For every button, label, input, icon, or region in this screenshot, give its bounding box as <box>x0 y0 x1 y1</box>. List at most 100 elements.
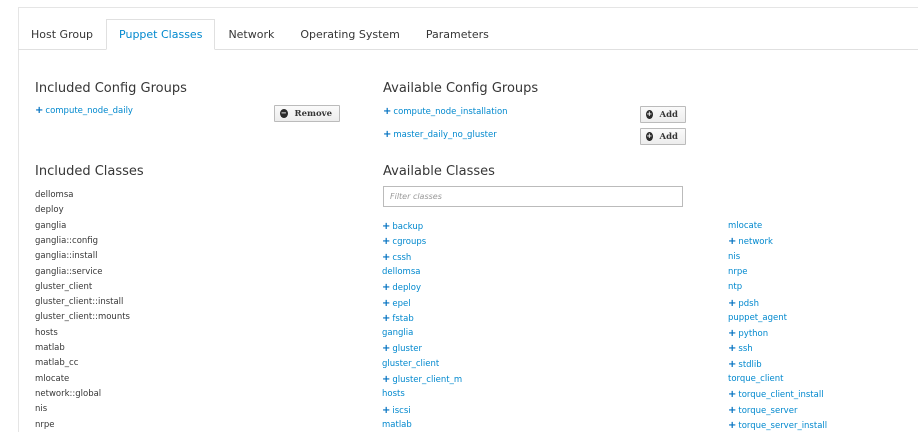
available-class-label: gluster <box>392 344 423 355</box>
included-class-item[interactable]: dellomsa <box>35 190 73 200</box>
plus-icon: + <box>382 251 391 263</box>
add-config-group-button[interactable]: + Add <box>640 128 686 145</box>
available-class-label: epel <box>392 298 411 309</box>
plus-icon: + <box>35 105 44 116</box>
available-class-item[interactable]: + python <box>728 328 768 339</box>
plus-icon: + <box>383 106 392 117</box>
plus-icon: + <box>728 358 737 370</box>
available-class-label: mlocate <box>728 221 763 231</box>
available-class-item[interactable]: torque_client <box>728 374 784 384</box>
available-class-label: torque_client_install <box>738 390 824 401</box>
included-class-item[interactable]: ganglia <box>35 221 66 231</box>
plus-icon: + <box>382 374 391 385</box>
included-class-item[interactable]: gluster_client::mounts <box>35 312 130 322</box>
available-class-item[interactable]: hosts <box>382 389 405 399</box>
included-class-item[interactable]: gluster_client <box>35 282 92 292</box>
available-class-label: deploy <box>392 283 422 294</box>
page-panel <box>18 7 918 432</box>
tab-host-group[interactable]: Host Group <box>18 19 106 50</box>
available-class-item[interactable]: gluster_client <box>382 359 439 369</box>
tab-operating-system[interactable]: Operating System <box>287 19 413 50</box>
available-config-group-item[interactable]: + master_daily_no_gluster <box>383 129 497 140</box>
add-config-group-button[interactable]: + Add <box>640 106 686 123</box>
tab-network[interactable]: Network <box>215 19 287 50</box>
included-class-item[interactable]: nis <box>35 404 47 414</box>
available-class-item[interactable]: + gluster <box>382 343 422 354</box>
included-class-item[interactable]: gluster_client::install <box>35 297 123 307</box>
plus-icon: + <box>382 236 391 248</box>
plus-icon: + <box>728 343 737 355</box>
included-class-item[interactable]: nrpe <box>35 420 55 430</box>
included-config-group-item[interactable]: + compute_node_daily <box>35 105 133 116</box>
available-class-item[interactable]: + ssh <box>728 343 753 354</box>
available-class-item[interactable]: + cssh <box>382 252 411 263</box>
included-class-item[interactable]: ganglia::install <box>35 251 98 261</box>
included-class-item[interactable]: deploy <box>35 205 64 215</box>
available-class-label: cssh <box>392 252 412 263</box>
plus-icon: + <box>383 129 392 140</box>
available-class-item[interactable]: ganglia <box>382 328 413 338</box>
available-class-label: pdsh <box>738 298 759 309</box>
available-class-item[interactable]: + gluster_client_m <box>382 374 462 385</box>
available-class-item[interactable]: + torque_server <box>728 405 797 416</box>
plus-icon: + <box>728 419 737 431</box>
available-class-label: python <box>738 329 769 340</box>
available-class-label: matlab <box>382 419 412 430</box>
available-class-label: fstab <box>392 313 414 324</box>
available-class-label: backup <box>392 222 424 232</box>
available-class-item[interactable]: + pdsh <box>728 298 759 309</box>
included-class-item[interactable]: network::global <box>35 389 101 399</box>
available-class-item[interactable]: matlab <box>382 420 412 430</box>
available-class-item[interactable]: + epel <box>382 298 411 309</box>
plus-icon: + <box>728 297 737 309</box>
included-class-item[interactable]: hosts <box>35 328 58 338</box>
available-class-label: torque_server_install <box>738 420 828 431</box>
plus-icon: + <box>382 312 391 324</box>
included-class-item[interactable]: matlab <box>35 343 65 353</box>
included-class-item[interactable]: mlocate <box>35 374 69 384</box>
available-class-item[interactable]: + iscsi <box>382 405 411 416</box>
included-config-groups-heading: Included Config Groups <box>35 81 187 96</box>
available-class-item[interactable]: ntp <box>728 282 742 292</box>
tab-puppet-classes[interactable]: Puppet Classes <box>106 19 216 50</box>
available-classes-heading: Available Classes <box>383 164 495 179</box>
plus-icon: + <box>728 389 737 401</box>
available-config-group-item[interactable]: + compute_node_installation <box>383 106 508 117</box>
plus-icon: + <box>382 297 391 309</box>
remove-config-group-button[interactable]: − Remove <box>274 105 340 122</box>
available-class-item[interactable]: + torque_server_install <box>728 420 827 431</box>
included-class-item[interactable]: ganglia::service <box>35 267 103 277</box>
available-class-item[interactable]: nrpe <box>728 267 748 277</box>
available-class-item[interactable]: + network <box>728 236 773 247</box>
included-class-item[interactable]: matlab_cc <box>35 358 78 368</box>
plus-icon: + <box>382 221 391 232</box>
available-class-item[interactable]: dellomsa <box>382 267 420 277</box>
available-class-item[interactable]: + stdlib <box>728 359 762 370</box>
minus-circle-icon: − <box>280 109 288 118</box>
available-class-item[interactable]: puppet_agent <box>728 313 787 323</box>
available-class-item[interactable]: nis <box>728 252 740 262</box>
available-class-label: nrpe <box>728 266 748 277</box>
available-class-label: hosts <box>382 389 405 400</box>
tab-parameters[interactable]: Parameters <box>413 19 502 50</box>
available-class-label: ganglia <box>382 328 414 339</box>
available-class-item[interactable]: + deploy <box>382 282 421 293</box>
available-class-item[interactable]: + cgroups <box>382 236 426 247</box>
available-class-item[interactable]: + torque_client_install <box>728 389 824 400</box>
available-class-label: puppet_agent <box>728 312 787 323</box>
filter-classes-input[interactable]: Filter classes <box>383 186 683 207</box>
included-classes-heading: Included Classes <box>35 164 144 179</box>
available-class-item[interactable]: + backup <box>382 221 423 232</box>
plus-circle-icon: + <box>646 110 653 119</box>
available-class-label: gluster_client_m <box>392 375 463 385</box>
plus-icon: + <box>382 282 391 294</box>
available-class-label: network <box>738 237 773 248</box>
available-class-label: dellomsa <box>382 266 421 277</box>
available-class-item[interactable]: + fstab <box>382 313 414 324</box>
available-class-item[interactable]: mlocate <box>728 221 762 231</box>
plus-icon: + <box>728 404 737 416</box>
plus-icon: + <box>382 404 391 416</box>
included-class-item[interactable]: ganglia::config <box>35 236 98 246</box>
available-class-label: cgroups <box>392 237 427 248</box>
available-class-label: iscsi <box>392 405 411 416</box>
